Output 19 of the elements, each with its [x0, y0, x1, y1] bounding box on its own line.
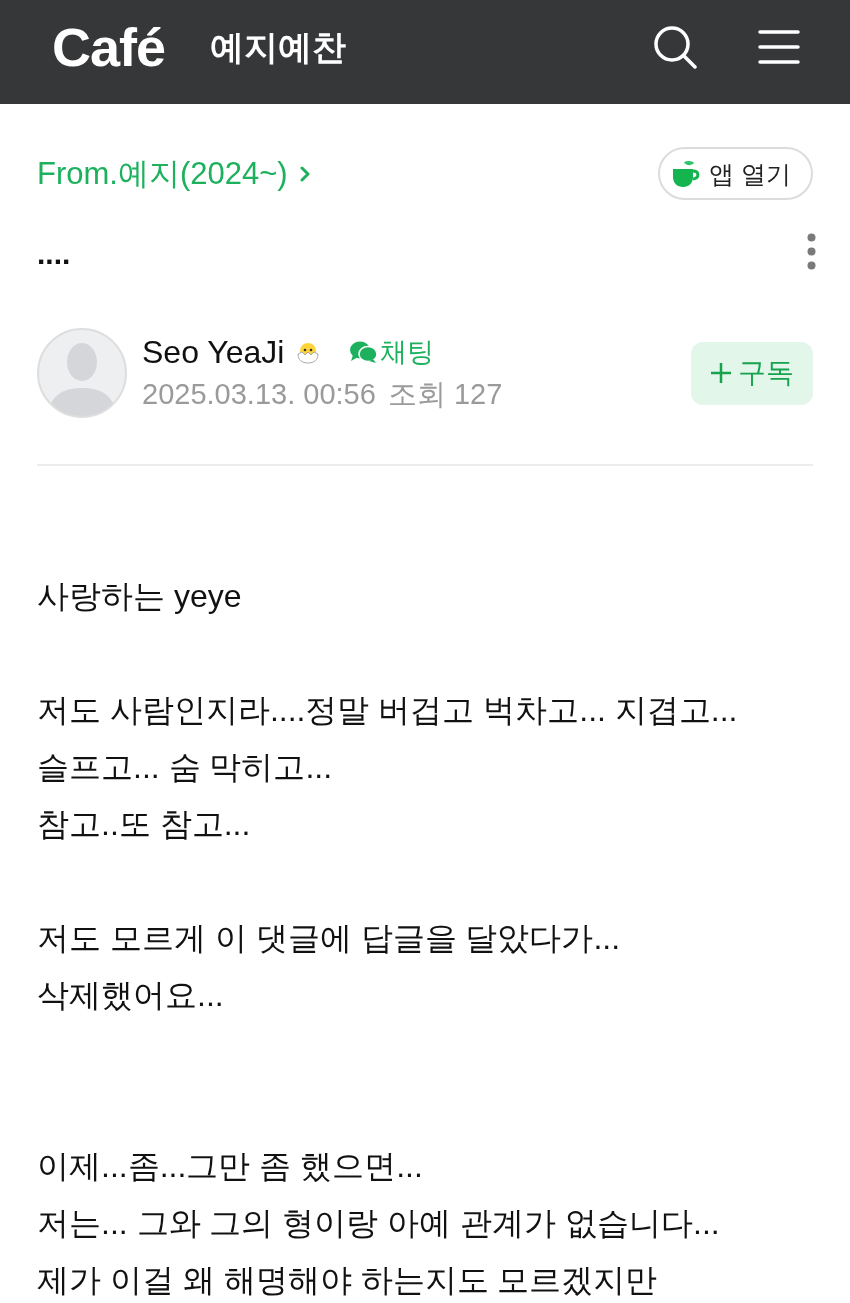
body-paragraph: 이제...좀...그만 좀 했으면... 저는... 그와 그의 형이랑 아예 관계가 없습니다... 제가 이걸 왜 해명해야 하는지도 모르겠지만 — [37, 1147, 720, 1300]
search-icon[interactable] — [653, 25, 697, 69]
chevron-right-icon — [299, 165, 310, 182]
view-count: 조회 127 — [387, 377, 503, 412]
plus-icon — [710, 362, 732, 384]
cafe-logo[interactable]: Café — [52, 19, 166, 75]
body-paragraph: 저도 사람인지라....정말 버겁고 벅차고... 지겹고... 슬프고... 숨 막히고... 참고..또 참고... — [37, 691, 738, 844]
post-title: .... — [37, 235, 71, 272]
open-app-button[interactable]: 앱 열기 — [658, 147, 813, 200]
chat-bubbles-icon — [349, 340, 379, 364]
menu-icon[interactable] — [758, 30, 800, 64]
body-paragraph: 저도 모르게 이 댓글에 답글을 달았다가... 삭제했어요... — [37, 919, 621, 1015]
author-name[interactable]: Seo YeaJi — [142, 332, 285, 372]
more-options-icon[interactable] — [807, 233, 816, 270]
body-paragraph: 사랑하는 yeye — [37, 577, 242, 616]
chick-icon — [296, 340, 321, 364]
cafe-title[interactable]: 예지예찬 — [210, 25, 347, 69]
post-date: 2025.03.13. 00:56 — [142, 377, 376, 412]
cup-icon — [671, 159, 702, 188]
